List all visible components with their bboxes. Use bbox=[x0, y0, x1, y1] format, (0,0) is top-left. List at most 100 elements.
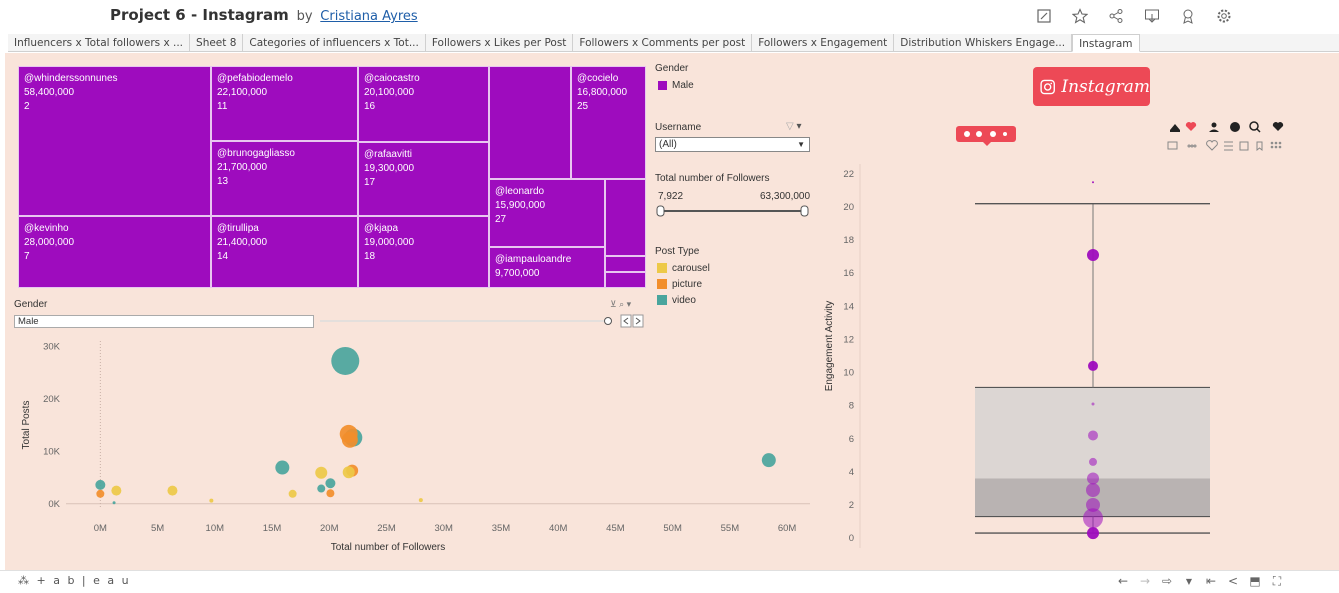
y-tick-label: 20 bbox=[843, 202, 854, 213]
next-button[interactable] bbox=[632, 314, 644, 328]
share-icon[interactable] bbox=[1098, 7, 1134, 25]
footer-controls: ← → ⇨ ▼ ⇤ < ⬒ ⛶ bbox=[1112, 573, 1288, 589]
y-tick-label: 16 bbox=[843, 268, 854, 279]
gear-icon[interactable] bbox=[1206, 7, 1242, 25]
scatter-point-carousel[interactable] bbox=[111, 485, 122, 496]
treemap-cell[interactable] bbox=[605, 179, 646, 256]
title-area: Project 6 - Instagram by Cristiana Ayres bbox=[110, 6, 418, 24]
edit-icon[interactable] bbox=[1026, 7, 1062, 25]
download-icon[interactable] bbox=[1134, 7, 1170, 25]
treemap-cell[interactable] bbox=[605, 272, 646, 288]
y-tick-label: 6 bbox=[849, 434, 854, 445]
tab-1[interactable]: Sheet 8 bbox=[190, 34, 244, 51]
treemap-cell[interactable]: @whinderssonnunes 58,400,000 2 bbox=[18, 66, 211, 216]
chevron-down-icon[interactable]: ▼ bbox=[1178, 573, 1200, 589]
author-link[interactable]: Cristiana Ayres bbox=[320, 9, 417, 24]
treemap-cell[interactable]: @rafaavitti 19,300,000 17 bbox=[358, 142, 489, 216]
scatter-point-video[interactable] bbox=[325, 478, 336, 489]
treemap-cell[interactable]: @cocielo 16,800,000 25 bbox=[571, 66, 646, 179]
tab-3[interactable]: Followers x Likes per Post bbox=[426, 34, 574, 51]
share-icon[interactable]: < bbox=[1222, 573, 1244, 589]
ribbon-icon[interactable] bbox=[1170, 7, 1206, 25]
scatter-point-picture[interactable] bbox=[341, 431, 358, 448]
scatter-point-carousel[interactable] bbox=[209, 498, 214, 503]
boxplot-point[interactable] bbox=[1087, 249, 1099, 262]
undo-icon[interactable]: ← bbox=[1112, 573, 1134, 589]
x-tick-label: 5M bbox=[151, 523, 164, 534]
gender-legend-item[interactable]: Male bbox=[658, 80, 694, 91]
tab-6[interactable]: Distribution Whiskers Engage... bbox=[894, 34, 1073, 51]
treemap-cell[interactable]: @kjapa 19,000,000 18 bbox=[358, 216, 489, 288]
gender-swatch bbox=[658, 80, 667, 90]
slider-handle[interactable] bbox=[604, 317, 612, 325]
y-tick-label: 8 bbox=[849, 401, 854, 412]
tab-0[interactable]: Influencers x Total followers x ... bbox=[8, 34, 191, 51]
boxplot-point[interactable] bbox=[1083, 508, 1103, 529]
scatter-point-video[interactable] bbox=[761, 453, 776, 468]
scatter-point-carousel[interactable] bbox=[342, 466, 355, 479]
treemap-cell[interactable] bbox=[489, 66, 571, 179]
treemap-cell[interactable]: @pefabiodemelo 22,100,000 11 bbox=[211, 66, 358, 141]
scatter-point-carousel[interactable] bbox=[315, 466, 328, 479]
legend-item-carousel[interactable]: carousel bbox=[657, 263, 710, 274]
engagement-boxplot: 0 2 4 6 8 10 12 14 16 18 20 22 Engagement Activity bbox=[824, 164, 1210, 548]
scatter-point-carousel[interactable] bbox=[167, 485, 178, 496]
tab-2[interactable]: Categories of influencers x Tot... bbox=[243, 34, 426, 51]
boxplot-point[interactable] bbox=[1087, 472, 1099, 485]
boxplot-point[interactable] bbox=[1086, 483, 1100, 498]
filter-funnel-icon[interactable]: ▽ ▾ bbox=[786, 121, 802, 132]
gender-filter-slider[interactable] bbox=[316, 313, 648, 329]
slider-handle-left[interactable] bbox=[656, 205, 665, 217]
x-tick-label: 35M bbox=[492, 523, 511, 534]
followers-range-slider[interactable] bbox=[655, 204, 811, 218]
gender-filter-input[interactable]: Male bbox=[14, 315, 314, 328]
scatter-point-video[interactable] bbox=[331, 346, 360, 375]
star-icon[interactable] bbox=[1062, 7, 1098, 25]
boxplot-point[interactable] bbox=[1092, 181, 1094, 184]
scatter-point-picture[interactable] bbox=[96, 489, 105, 498]
by-label: by bbox=[296, 9, 313, 24]
treemap-cell[interactable]: @kevinho 28,000,000 7 bbox=[18, 216, 211, 288]
fullscreen-icon[interactable]: ⛶ bbox=[1266, 573, 1288, 589]
boxplot-point[interactable] bbox=[1091, 402, 1095, 406]
scatter-point-video[interactable] bbox=[95, 479, 106, 490]
prev-button[interactable] bbox=[620, 314, 632, 328]
scatter-point-video[interactable] bbox=[112, 501, 116, 505]
legend-item-picture[interactable]: picture bbox=[657, 279, 702, 290]
heart-icon bbox=[1185, 122, 1197, 131]
cell-name: @whinderssonnunes bbox=[24, 73, 118, 84]
tab-7[interactable]: Instagram bbox=[1072, 34, 1140, 52]
treemap-cell[interactable]: @leonardo 15,900,000 27 bbox=[489, 179, 605, 247]
chevron-down-icon: ▼ bbox=[797, 140, 805, 149]
username-select[interactable]: (All) ▼ bbox=[655, 137, 810, 152]
scatter-point-video[interactable] bbox=[317, 484, 326, 493]
boxplot-point[interactable] bbox=[1087, 527, 1099, 540]
treemap-cell[interactable]: @iampauloandre 9,700,000 bbox=[489, 247, 605, 288]
first-page-icon[interactable]: ⇤ bbox=[1200, 573, 1222, 589]
scatter-point-carousel[interactable] bbox=[418, 498, 423, 503]
y-tick-label: 22 bbox=[843, 169, 854, 180]
cell-rank: 16 bbox=[364, 101, 376, 112]
boxplot-point[interactable] bbox=[1088, 430, 1098, 441]
filter-controls-icons[interactable]: ⊻ ⌕ ▾ bbox=[610, 299, 631, 310]
scatter-point-video[interactable] bbox=[275, 460, 290, 475]
tab-4[interactable]: Followers x Comments per post bbox=[573, 34, 753, 51]
x-tick-label: 10M bbox=[206, 523, 225, 534]
redo-icon[interactable]: → bbox=[1134, 573, 1156, 589]
boxplot-point[interactable] bbox=[1089, 457, 1097, 466]
scatter-point-picture[interactable] bbox=[326, 489, 335, 498]
treemap-cell[interactable]: @tirullipa 21,400,000 14 bbox=[211, 216, 358, 288]
slider-handle-right[interactable] bbox=[800, 205, 809, 217]
boxplot-point[interactable] bbox=[1088, 360, 1098, 371]
cell-rank: 18 bbox=[364, 251, 376, 262]
tab-5[interactable]: Followers x Engagement bbox=[752, 34, 895, 51]
tableau-logo[interactable]: ⁂ + a b | e a u bbox=[18, 574, 131, 587]
scatter-point-carousel[interactable] bbox=[288, 489, 297, 498]
legend-item-video[interactable]: video bbox=[657, 295, 696, 306]
treemap-cell[interactable]: @caiocastro 20,100,000 16 bbox=[358, 66, 489, 142]
revert-icon[interactable]: ⇨ bbox=[1156, 573, 1178, 589]
treemap-cell[interactable]: @brunogagliasso 21,700,000 13 bbox=[211, 141, 358, 216]
download-icon[interactable]: ⬒ bbox=[1244, 573, 1266, 589]
cell-followers: 21,700,000 bbox=[217, 162, 268, 173]
treemap-cell[interactable] bbox=[605, 256, 646, 272]
